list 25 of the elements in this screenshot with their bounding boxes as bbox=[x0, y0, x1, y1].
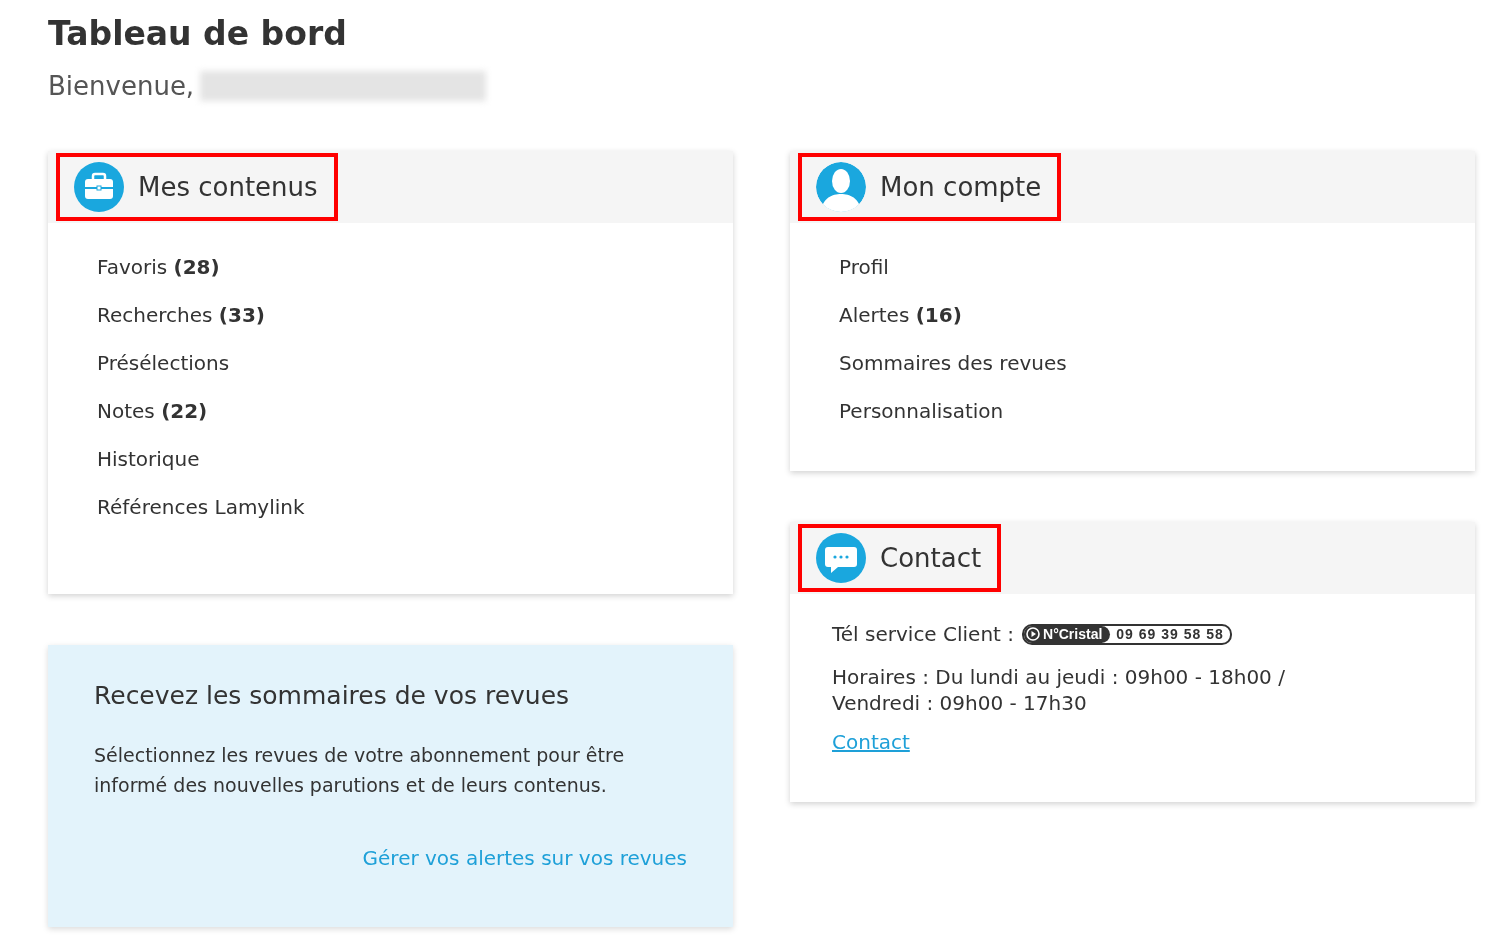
menu-link[interactable]: Historique bbox=[97, 447, 733, 471]
briefcase-icon bbox=[74, 162, 124, 212]
card-title: Mon compte bbox=[880, 172, 1042, 202]
menu-link[interactable]: Favoris (28) bbox=[97, 255, 733, 279]
user-icon bbox=[816, 162, 866, 212]
phone-number: 09 69 39 58 58 bbox=[1115, 626, 1225, 642]
opening-hours: Horaires : Du lundi au jeudi : 09h00 - 18h00 / Vendredi : 09h00 - 17h30 bbox=[832, 664, 1286, 716]
card-title: Contact bbox=[880, 543, 982, 573]
badge-brand: N°Cristal bbox=[1043, 626, 1103, 642]
greeting: Bienvenue, bbox=[48, 71, 195, 101]
chat-icon bbox=[816, 533, 866, 583]
play-icon bbox=[1026, 627, 1041, 641]
menu-link[interactable]: Personnalisation bbox=[839, 399, 1475, 423]
promo-title: Recevez les sommaires de vos revues bbox=[94, 681, 571, 710]
menu-link[interactable]: Présélections bbox=[97, 351, 733, 375]
menu-link[interactable]: Références Lamylink bbox=[97, 495, 733, 519]
menu-link[interactable]: Alertes (16) bbox=[839, 303, 1475, 327]
promo-text: Sélectionnez les revues de votre abonnement pour être informé des nouvelles parutions et de leurs contenus. bbox=[94, 743, 626, 798]
menu-link[interactable]: Sommaires des revues bbox=[839, 351, 1475, 375]
phone-label: Tél service Client : bbox=[832, 622, 1015, 646]
page-title: Tableau de bord bbox=[48, 14, 348, 53]
menu-link[interactable]: Profil bbox=[839, 255, 1475, 279]
menu-link[interactable]: Notes (22) bbox=[97, 399, 733, 423]
card-title: Mes contenus bbox=[138, 172, 318, 202]
menu-link[interactable]: Recherches (33) bbox=[97, 303, 733, 327]
